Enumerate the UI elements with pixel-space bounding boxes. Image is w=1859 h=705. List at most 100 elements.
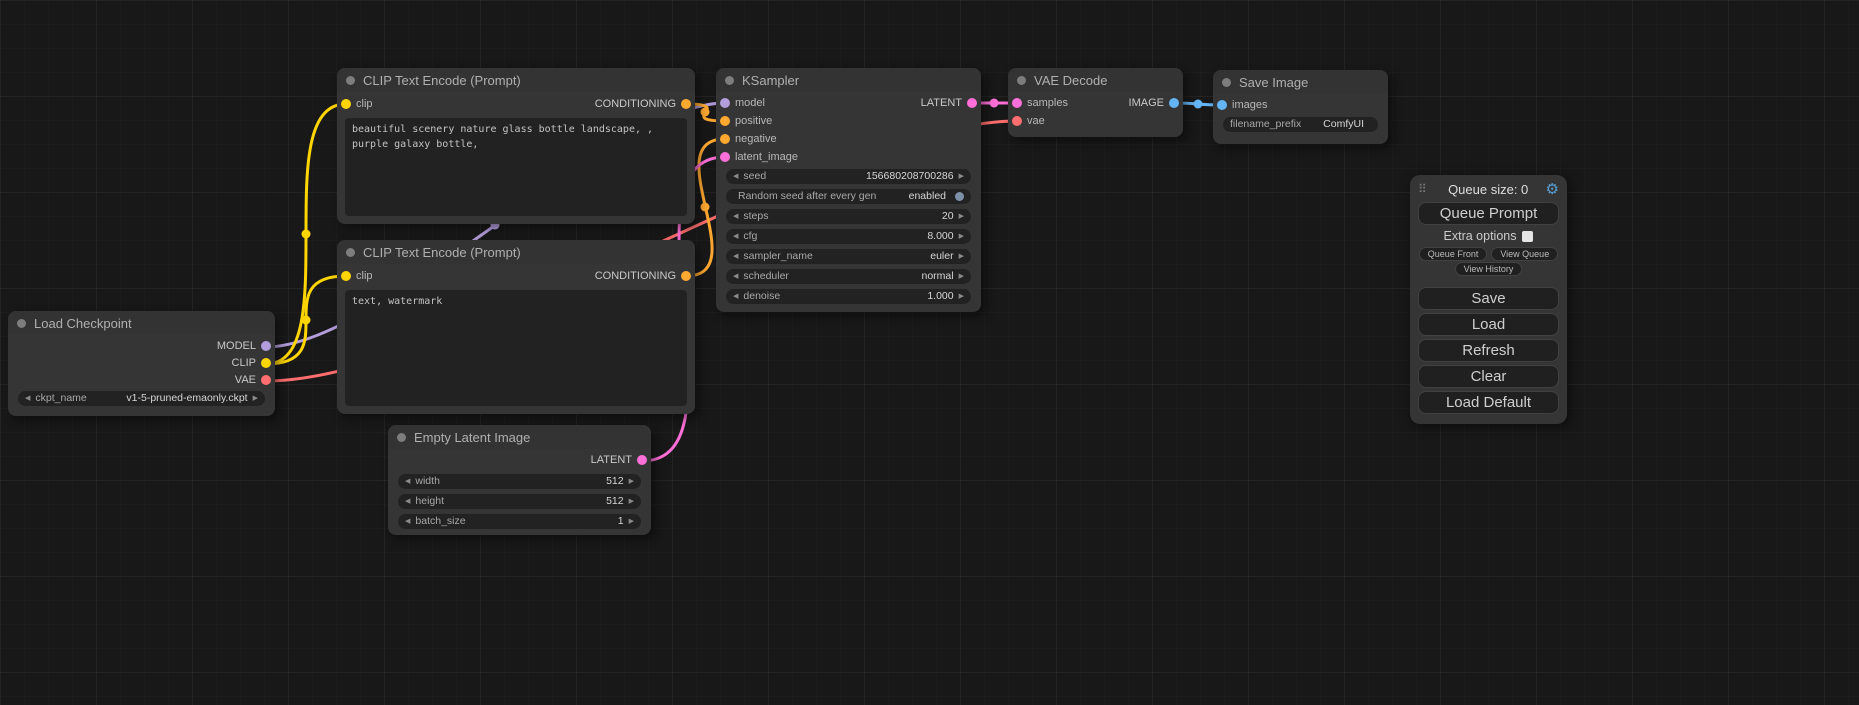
input-port-clip[interactable] (341, 99, 351, 109)
next-arrow-icon[interactable]: ▶ (253, 395, 258, 402)
decrement-icon[interactable]: ◀ (733, 233, 738, 240)
increment-icon[interactable]: ▶ (959, 293, 964, 300)
widget-scheduler[interactable]: ◀ scheduler normal ▶ (726, 269, 971, 284)
prev-arrow-icon[interactable]: ◀ (733, 253, 738, 260)
output-label-image: IMAGE (1129, 97, 1164, 109)
node-clip-text-encode-negative[interactable]: CLIP Text Encode (Prompt) clip CONDITION… (337, 240, 695, 414)
increment-icon[interactable]: ▶ (959, 233, 964, 240)
input-port-vae[interactable] (1012, 116, 1022, 126)
widget-height[interactable]: ◀ height 512 ▶ (398, 494, 641, 509)
prompt-textarea[interactable]: text, watermark (345, 290, 687, 406)
next-arrow-icon[interactable]: ▶ (959, 273, 964, 280)
widget-label: denoise (743, 290, 780, 302)
node-status-dot (346, 76, 355, 85)
decrement-icon[interactable]: ◀ (405, 518, 410, 525)
widget-label: seed (743, 170, 766, 182)
widget-width[interactable]: ◀ width 512 ▶ (398, 474, 641, 489)
node-ksampler[interactable]: KSampler model LATENT positive negative … (716, 68, 981, 312)
node-title-bar[interactable]: Save Image (1213, 70, 1388, 94)
widget-label: batch_size (415, 515, 465, 527)
node-status-dot (725, 76, 734, 85)
output-label-latent: LATENT (591, 454, 632, 466)
output-label-vae: VAE (235, 374, 256, 386)
widget-seed[interactable]: ◀ seed 156680208700286 ▶ (726, 169, 971, 184)
node-empty-latent-image[interactable]: Empty Latent Image LATENT ◀ width 512 ▶ … (388, 425, 651, 535)
input-port-negative[interactable] (720, 134, 730, 144)
output-port-latent[interactable] (637, 455, 647, 465)
widget-cfg[interactable]: ◀ cfg 8.000 ▶ (726, 229, 971, 244)
widget-value: ComfyUI (1323, 118, 1364, 130)
output-port-image[interactable] (1169, 98, 1179, 108)
slot-row: negative (716, 130, 981, 148)
widget-denoise[interactable]: ◀ denoise 1.000 ▶ (726, 289, 971, 304)
decrement-icon[interactable]: ◀ (733, 293, 738, 300)
input-port-model[interactable] (720, 98, 730, 108)
increment-icon[interactable]: ▶ (629, 478, 634, 485)
increment-icon[interactable]: ▶ (959, 213, 964, 220)
prev-arrow-icon[interactable]: ◀ (25, 395, 30, 402)
output-port-conditioning[interactable] (681, 271, 691, 281)
extra-options-checkbox[interactable] (1522, 231, 1533, 242)
slot-row: MODEL (8, 337, 275, 354)
load-default-button[interactable]: Load Default (1418, 391, 1559, 414)
refresh-button[interactable]: Refresh (1418, 339, 1559, 362)
view-history-button[interactable]: View History (1455, 262, 1523, 276)
input-label-clip: clip (356, 98, 373, 110)
widget-label: scheduler (743, 270, 789, 282)
widget-steps[interactable]: ◀ steps 20 ▶ (726, 209, 971, 224)
queue-prompt-button[interactable]: Queue Prompt (1418, 202, 1559, 225)
node-title-bar[interactable]: CLIP Text Encode (Prompt) (337, 68, 695, 92)
node-title-bar[interactable]: CLIP Text Encode (Prompt) (337, 240, 695, 264)
node-vae-decode[interactable]: VAE Decode samples IMAGE vae (1008, 68, 1183, 137)
decrement-icon[interactable]: ◀ (405, 498, 410, 505)
output-port-vae[interactable] (261, 375, 271, 385)
input-port-latent-image[interactable] (720, 152, 730, 162)
widget-random-seed-toggle[interactable]: Random seed after every gen enabled (726, 189, 971, 204)
clear-button[interactable]: Clear (1418, 365, 1559, 388)
load-button[interactable]: Load (1418, 313, 1559, 336)
queue-menu-panel[interactable]: ⠿ Queue size: 0 ⚙ Queue Prompt Extra opt… (1410, 175, 1567, 424)
drag-handle-icon[interactable]: ⠿ (1418, 182, 1427, 196)
output-port-clip[interactable] (261, 358, 271, 368)
input-port-positive[interactable] (720, 116, 730, 126)
widget-sampler-name[interactable]: ◀ sampler_name euler ▶ (726, 249, 971, 264)
link-midpoint-dot (701, 203, 710, 212)
node-title-bar[interactable]: KSampler (716, 68, 981, 92)
node-status-dot (397, 433, 406, 442)
link-midpoint-dot (701, 108, 710, 117)
output-port-conditioning[interactable] (681, 99, 691, 109)
slot-row: positive (716, 112, 981, 130)
node-clip-text-encode-positive[interactable]: CLIP Text Encode (Prompt) clip CONDITION… (337, 68, 695, 224)
node-title: VAE Decode (1034, 73, 1107, 88)
view-queue-button[interactable]: View Queue (1491, 247, 1558, 261)
input-port-images[interactable] (1217, 100, 1227, 110)
widget-value: normal (922, 270, 954, 282)
next-arrow-icon[interactable]: ▶ (959, 253, 964, 260)
increment-icon[interactable]: ▶ (629, 518, 634, 525)
widget-value: 512 (606, 475, 624, 487)
increment-icon[interactable]: ▶ (629, 498, 634, 505)
node-save-image[interactable]: Save Image images filename_prefix ComfyU… (1213, 70, 1388, 144)
increment-icon[interactable]: ▶ (959, 173, 964, 180)
widget-ckpt-name[interactable]: ◀ ckpt_name v1-5-pruned-emaonly.ckpt ▶ (18, 391, 265, 406)
output-port-model[interactable] (261, 341, 271, 351)
input-port-samples[interactable] (1012, 98, 1022, 108)
node-title-bar[interactable]: VAE Decode (1008, 68, 1183, 92)
widget-filename-prefix[interactable]: filename_prefix ComfyUI (1223, 117, 1378, 132)
settings-gear-icon[interactable]: ⚙ (1546, 182, 1559, 197)
node-title-bar[interactable]: Load Checkpoint (8, 311, 275, 335)
widget-batch-size[interactable]: ◀ batch_size 1 ▶ (398, 514, 641, 529)
toggle-indicator[interactable] (955, 192, 964, 201)
decrement-icon[interactable]: ◀ (405, 478, 410, 485)
widget-label: filename_prefix (1230, 118, 1301, 130)
prev-arrow-icon[interactable]: ◀ (733, 273, 738, 280)
input-port-clip[interactable] (341, 271, 351, 281)
node-title-bar[interactable]: Empty Latent Image (388, 425, 651, 449)
save-button[interactable]: Save (1418, 287, 1559, 310)
prompt-textarea[interactable]: beautiful scenery nature glass bottle la… (345, 118, 687, 216)
queue-front-button[interactable]: Queue Front (1419, 247, 1488, 261)
output-port-latent[interactable] (967, 98, 977, 108)
node-load-checkpoint[interactable]: Load Checkpoint MODEL CLIP VAE ◀ ckpt_na… (8, 311, 275, 416)
decrement-icon[interactable]: ◀ (733, 213, 738, 220)
decrement-icon[interactable]: ◀ (733, 173, 738, 180)
